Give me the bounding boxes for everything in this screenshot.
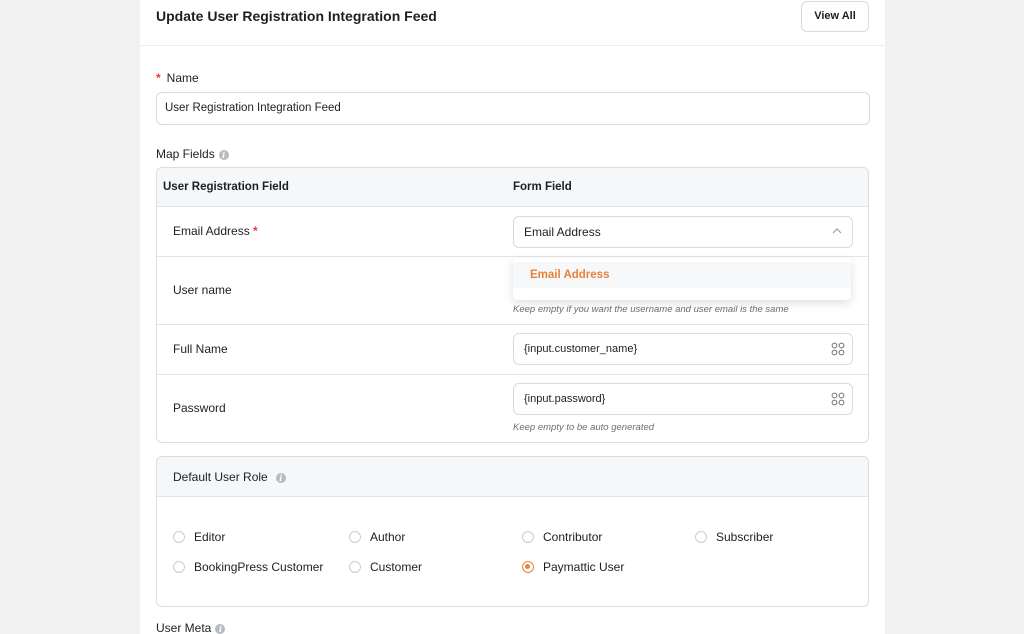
- password-value: {input.password}: [524, 393, 606, 405]
- row-divider: [157, 324, 868, 325]
- radio-label: Subscriber: [716, 530, 774, 544]
- radio-circle: [349, 531, 361, 543]
- radio-circle: [173, 531, 185, 543]
- radio-bookingpress-customer[interactable]: BookingPress Customer: [173, 560, 323, 574]
- radio-circle: [173, 561, 185, 573]
- name-label: * Name: [156, 71, 199, 85]
- radio-label: Paymattic User: [543, 560, 625, 574]
- email-address-select[interactable]: Email Address: [513, 216, 853, 248]
- radio-label: Customer: [370, 560, 423, 574]
- radio-subscriber[interactable]: Subscriber: [695, 530, 773, 544]
- view-all-button[interactable]: View All: [801, 1, 869, 32]
- password-label: Password: [173, 401, 226, 415]
- row-divider: [157, 374, 868, 375]
- radio-editor[interactable]: Editor: [173, 530, 225, 544]
- info-icon[interactable]: i: [275, 473, 286, 483]
- full-name-value: {input.customer_name}: [524, 343, 638, 355]
- map-fields-label: Map Fields i: [156, 147, 229, 161]
- role-title-text: Default User Role: [173, 470, 268, 484]
- user-meta-label-text: User Meta: [156, 621, 212, 634]
- column-header-registration-field: User Registration Field: [163, 181, 289, 193]
- column-header-form-field: Form Field: [513, 181, 572, 193]
- user-meta-label: User Meta i: [156, 621, 226, 634]
- chevron-up-icon: [832, 228, 842, 234]
- email-address-label: Email Address *: [173, 224, 258, 238]
- info-icon[interactable]: i: [215, 624, 226, 634]
- email-select-value: Email Address: [524, 225, 601, 239]
- required-mark: *: [156, 71, 161, 85]
- radio-label: Contributor: [543, 530, 603, 544]
- info-icon[interactable]: i: [218, 150, 229, 160]
- table-header: User Registration Field Form Field: [157, 168, 868, 207]
- panel-header: Update User Registration Integration Fee…: [140, 0, 885, 46]
- grid-icon[interactable]: [831, 342, 845, 356]
- role-section-header: Default User Role i: [157, 457, 868, 497]
- grid-icon[interactable]: [831, 392, 845, 406]
- radio-author[interactable]: Author: [349, 530, 405, 544]
- radio-label: Editor: [194, 530, 226, 544]
- radio-label: Author: [370, 530, 406, 544]
- name-label-text: Name: [166, 71, 199, 85]
- password-input[interactable]: {input.password}: [513, 383, 853, 415]
- row-divider: [157, 256, 868, 257]
- username-label: User name: [173, 283, 232, 297]
- full-name-label: Full Name: [173, 342, 228, 356]
- email-label-text: Email Address: [173, 224, 250, 238]
- map-fields-table: User Registration Field Form Field Email…: [156, 167, 869, 443]
- full-name-input[interactable]: {input.customer_name}: [513, 333, 853, 365]
- name-input[interactable]: User Registration Integration Feed: [156, 92, 870, 125]
- username-hint: Keep empty if you want the username and …: [513, 304, 789, 315]
- feed-panel: Update User Registration Integration Fee…: [140, 0, 885, 634]
- radio-circle-selected: [522, 561, 534, 573]
- default-user-role-title: Default User Role i: [173, 470, 286, 484]
- dropdown-option-email-address[interactable]: Email Address: [513, 262, 851, 288]
- radio-paymattic-user[interactable]: Paymattic User: [522, 560, 624, 574]
- radio-label: BookingPress Customer: [194, 560, 324, 574]
- password-hint: Keep empty to be auto generated: [513, 422, 655, 433]
- default-user-role-section: Default User Role i Editor Author Contrib…: [156, 456, 869, 607]
- map-fields-label-text: Map Fields: [156, 147, 215, 161]
- radio-customer[interactable]: Customer: [349, 560, 422, 574]
- radio-contributor[interactable]: Contributor: [522, 530, 602, 544]
- radio-circle: [522, 531, 534, 543]
- email-dropdown-menu: Email Address: [513, 258, 851, 300]
- radio-circle: [349, 561, 361, 573]
- required-mark: *: [253, 224, 258, 238]
- page-title: Update User Registration Integration Fee…: [156, 8, 437, 24]
- radio-circle: [695, 531, 707, 543]
